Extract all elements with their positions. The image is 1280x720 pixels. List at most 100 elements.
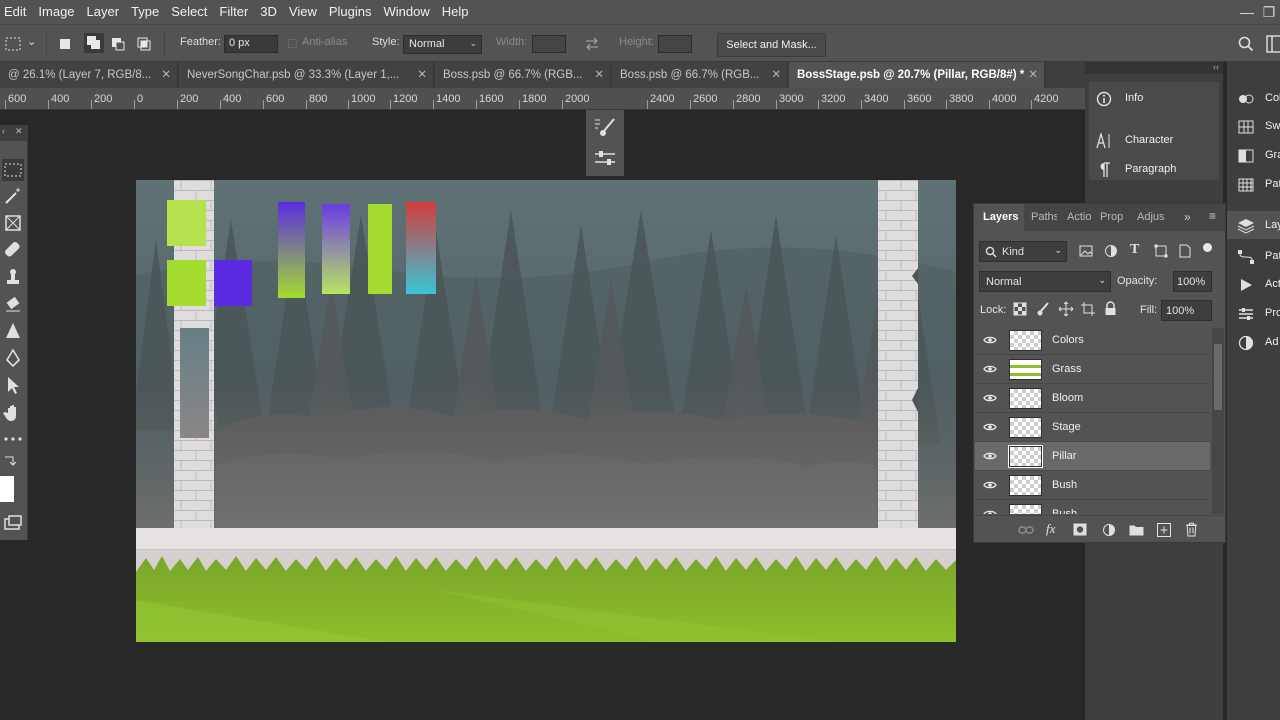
filter-kind-select[interactable]: Kind ⌄ bbox=[979, 241, 1067, 262]
visibility-eye-icon[interactable] bbox=[983, 479, 997, 491]
close-tab-icon[interactable]: ✕ bbox=[594, 62, 604, 88]
dock-item-color[interactable]: Col bbox=[1227, 84, 1280, 112]
adjustments-slider-icon[interactable] bbox=[592, 148, 618, 168]
tool-preset-chevron-icon[interactable]: ⌄ bbox=[27, 35, 36, 48]
close-tab-icon[interactable]: ✕ bbox=[1028, 62, 1038, 88]
filter-type-icon[interactable]: T bbox=[1130, 242, 1139, 258]
filter-smart-object-icon[interactable] bbox=[1178, 244, 1192, 258]
dock-item-actions[interactable]: Act bbox=[1227, 270, 1280, 298]
swap-colors-icon[interactable] bbox=[2, 455, 18, 469]
layer-row[interactable]: Bush bbox=[975, 500, 1210, 514]
intersect-selection-icon[interactable] bbox=[137, 37, 151, 51]
collapse-icon[interactable]: ‹ bbox=[2, 126, 5, 136]
add-mask-icon[interactable] bbox=[1073, 523, 1087, 536]
close-tab-icon[interactable]: ✕ bbox=[771, 62, 781, 88]
lock-all-icon[interactable] bbox=[1104, 301, 1117, 316]
dock-item-patterns[interactable]: Pat bbox=[1227, 170, 1280, 198]
visibility-eye-icon[interactable] bbox=[983, 392, 997, 404]
layers-panel-tab-layers[interactable]: Layers bbox=[974, 204, 1024, 231]
hand-tool-icon[interactable] bbox=[2, 401, 24, 423]
feather-input[interactable]: 0 px bbox=[224, 35, 278, 53]
dock-collapse-icon[interactable]: ‹‹ bbox=[1085, 62, 1223, 74]
close-icon[interactable]: ✕ bbox=[15, 126, 23, 137]
brush-settings-icon[interactable] bbox=[592, 116, 618, 138]
swap-width-height-icon[interactable] bbox=[584, 37, 600, 51]
rectangular-marquee-tool-icon[interactable] bbox=[2, 159, 24, 181]
document-tab[interactable]: @ 26.1% (Layer 7, RGB/8... ✕ bbox=[0, 62, 178, 88]
frame-tool-icon[interactable] bbox=[2, 212, 24, 234]
search-icon[interactable] bbox=[1238, 36, 1254, 52]
style-select[interactable]: Normal ⌄ bbox=[403, 35, 482, 54]
menu-edit[interactable]: Edit bbox=[0, 0, 34, 24]
height-input[interactable] bbox=[658, 35, 692, 53]
menu-layer[interactable]: Layer bbox=[83, 0, 128, 24]
filter-toggle[interactable] bbox=[1203, 243, 1212, 252]
document-tab[interactable]: Boss.psb @ 66.7% (RGB... ✕ bbox=[612, 62, 788, 88]
menu-view[interactable]: View bbox=[285, 0, 325, 24]
filter-adjustment-icon[interactable] bbox=[1104, 244, 1118, 258]
document-tab[interactable]: NeverSongChar.psb @ 33.3% (Layer 1,... ✕ bbox=[179, 62, 434, 88]
width-input[interactable] bbox=[532, 35, 566, 53]
antialias-checkbox[interactable] bbox=[288, 39, 297, 48]
document-tab[interactable]: BossStage.psb @ 20.7% (Pillar, RGB/8#) *… bbox=[789, 62, 1045, 88]
foreground-color-swatch[interactable] bbox=[0, 476, 14, 502]
layer-row[interactable]: Bloom bbox=[975, 384, 1210, 413]
workspace-icon[interactable] bbox=[1266, 35, 1280, 53]
pen-tool-icon[interactable] bbox=[2, 347, 24, 369]
menu-3d[interactable]: 3D bbox=[256, 0, 285, 24]
opacity-input[interactable]: 100% bbox=[1173, 271, 1212, 292]
layer-row[interactable]: Bush bbox=[975, 471, 1210, 500]
dock-item-layers[interactable]: Lay bbox=[1227, 211, 1280, 239]
menu-window[interactable]: Window bbox=[380, 0, 438, 24]
lock-image-pixels-icon[interactable] bbox=[1036, 302, 1050, 316]
dock-item-paths[interactable]: Pat bbox=[1227, 242, 1280, 270]
minimize-button[interactable]: — bbox=[1236, 0, 1258, 24]
menu-filter[interactable]: Filter bbox=[215, 0, 256, 24]
menu-plugins[interactable]: Plugins bbox=[325, 0, 380, 24]
eraser-tool-icon[interactable] bbox=[2, 293, 24, 315]
dock-item-character[interactable]: Character bbox=[1085, 126, 1223, 154]
filter-shape-icon[interactable] bbox=[1154, 244, 1168, 258]
lock-transparent-pixels-icon[interactable] bbox=[1013, 302, 1027, 316]
fill-input[interactable]: 100% bbox=[1161, 300, 1212, 321]
new-selection-icon[interactable] bbox=[58, 37, 72, 51]
layer-effects-icon[interactable]: fx bbox=[1046, 521, 1055, 537]
dock-item-swatches[interactable]: Sw bbox=[1227, 112, 1280, 140]
menu-image[interactable]: Image bbox=[34, 0, 82, 24]
layer-row[interactable]: Grass bbox=[975, 355, 1210, 384]
new-adjustment-layer-icon[interactable] bbox=[1102, 523, 1116, 537]
dock-item-properties[interactable]: Pro bbox=[1227, 299, 1280, 327]
visibility-eye-icon[interactable] bbox=[983, 450, 997, 462]
select-and-mask-button[interactable]: Select and Mask... bbox=[717, 33, 826, 57]
sharpen-tool-icon[interactable] bbox=[2, 320, 24, 342]
visibility-eye-icon[interactable] bbox=[983, 363, 997, 375]
layers-scrollbar[interactable] bbox=[1212, 328, 1224, 514]
panel-menu-icon[interactable]: ≡ bbox=[1209, 209, 1216, 223]
visibility-eye-icon[interactable] bbox=[983, 334, 997, 346]
delete-layer-icon[interactable] bbox=[1185, 522, 1198, 537]
lock-position-icon[interactable] bbox=[1058, 301, 1074, 317]
visibility-eye-icon[interactable] bbox=[983, 421, 997, 433]
layer-row[interactable]: Stage bbox=[975, 413, 1210, 442]
dock-item-adjustments[interactable]: Ad bbox=[1227, 328, 1280, 356]
dock-item-info[interactable]: Info bbox=[1085, 84, 1223, 112]
document-canvas[interactable] bbox=[136, 180, 956, 642]
layer-row[interactable]: Colors bbox=[975, 326, 1210, 355]
filter-pixel-icon[interactable] bbox=[1079, 244, 1093, 258]
close-tab-icon[interactable]: ✕ bbox=[417, 62, 427, 88]
subtract-from-selection-icon[interactable] bbox=[111, 37, 125, 51]
marquee-tool-icon[interactable] bbox=[4, 35, 22, 53]
add-to-selection-icon[interactable] bbox=[84, 33, 104, 53]
menu-select[interactable]: Select bbox=[167, 0, 215, 24]
layers-panel-tab-prop[interactable]: Prop bbox=[1096, 204, 1130, 231]
close-tab-icon[interactable]: ✕ bbox=[161, 62, 171, 88]
link-layers-icon[interactable] bbox=[1018, 524, 1034, 536]
scrollbar-thumb[interactable] bbox=[1214, 344, 1222, 410]
menu-help[interactable]: Help bbox=[438, 0, 477, 24]
layers-panel-tab-actio[interactable]: Actio bbox=[1063, 204, 1093, 231]
dock-item-paragraph[interactable]: Paragraph bbox=[1085, 155, 1223, 183]
visibility-eye-icon[interactable] bbox=[983, 508, 997, 514]
new-layer-icon[interactable] bbox=[1157, 523, 1171, 537]
layers-panel-tab-paths[interactable]: Paths bbox=[1027, 204, 1057, 231]
path-selection-tool-icon[interactable] bbox=[2, 374, 24, 396]
